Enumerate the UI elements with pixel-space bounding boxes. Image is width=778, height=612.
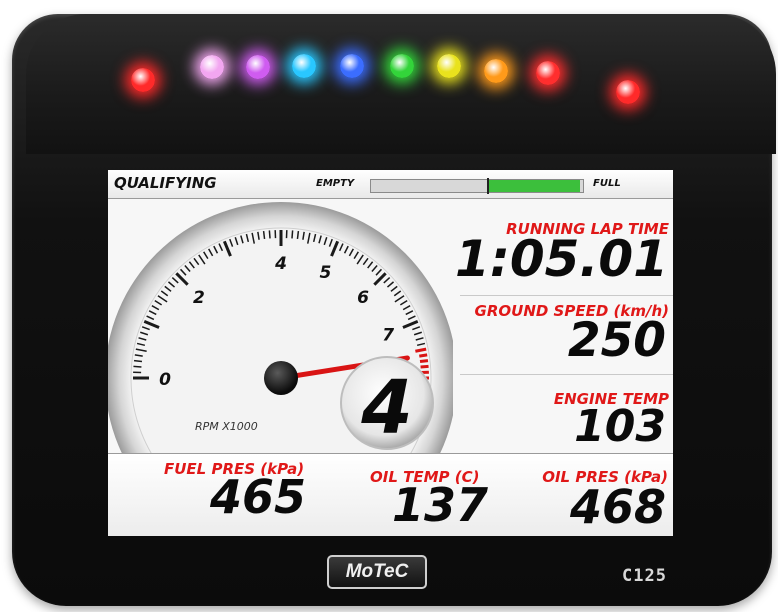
- gauge-tick: [296, 230, 300, 240]
- gear-value: 4: [360, 365, 413, 451]
- gauge-tick: [268, 230, 271, 239]
- gauge-tick-label: 7: [382, 326, 394, 346]
- shift-light: [616, 80, 640, 104]
- oil-temp-value: 137: [391, 478, 488, 532]
- shift-light: [437, 54, 461, 78]
- bottom-readout-strip: FUEL PRES (kPa) 465 OIL TEMP (C) 137 OIL…: [108, 453, 673, 536]
- gauge-tick-label: 0: [159, 370, 171, 390]
- shift-light: [292, 54, 316, 78]
- model-label: C125: [622, 566, 667, 586]
- rpm-unit-label: RPM X1000: [195, 420, 258, 433]
- display-screen: QUALIFYING EMPTY FULL 0 2 4 5 6 7 RPM X1…: [108, 170, 673, 536]
- gauge-tick: [133, 365, 142, 368]
- fuel-pres-value: 465: [209, 470, 306, 524]
- engine-temp-value: 103: [574, 401, 666, 452]
- shift-light: [390, 54, 414, 78]
- shift-light: [246, 55, 270, 79]
- motec-logo: MoTeC: [327, 555, 427, 589]
- gauge-tick: [133, 359, 143, 363]
- tachometer-gauge: 0245678 RPM X1000 4: [108, 202, 453, 454]
- gauge-hub: [264, 361, 298, 395]
- gauge-tick: [415, 347, 427, 353]
- fuel-level-bar: [370, 178, 584, 194]
- gauge-tick-label: 4: [274, 254, 287, 274]
- gauge-tick: [291, 230, 294, 239]
- ground-speed-value: 250: [567, 313, 666, 368]
- gauge-tick: [262, 230, 266, 240]
- gauge-tick: [419, 359, 429, 364]
- fuel-full-label: FULL: [593, 178, 621, 189]
- gauge-tick: [419, 353, 428, 358]
- shift-light: [131, 68, 155, 92]
- gauge-tick: [420, 364, 429, 369]
- gauge-tick-label: 2: [193, 288, 205, 308]
- session-label: QUALIFYING: [114, 174, 217, 192]
- fuel-level-fill: [489, 180, 580, 192]
- shift-light: [484, 59, 508, 83]
- gauge-tick-label: 5: [319, 263, 331, 283]
- gauge-tick-label: 6: [357, 288, 369, 308]
- fuel-level-marker: [487, 178, 489, 194]
- status-bar: QUALIFYING EMPTY FULL: [108, 170, 673, 199]
- running-lap-time-value: 1:05.01: [455, 230, 668, 288]
- shift-light: [536, 61, 560, 85]
- readout-divider: [460, 295, 673, 296]
- readout-divider: [460, 374, 673, 375]
- shift-light: [340, 54, 364, 78]
- fuel-empty-label: EMPTY: [316, 178, 355, 189]
- shift-light: [200, 55, 224, 79]
- oil-pres-value: 468: [569, 480, 666, 534]
